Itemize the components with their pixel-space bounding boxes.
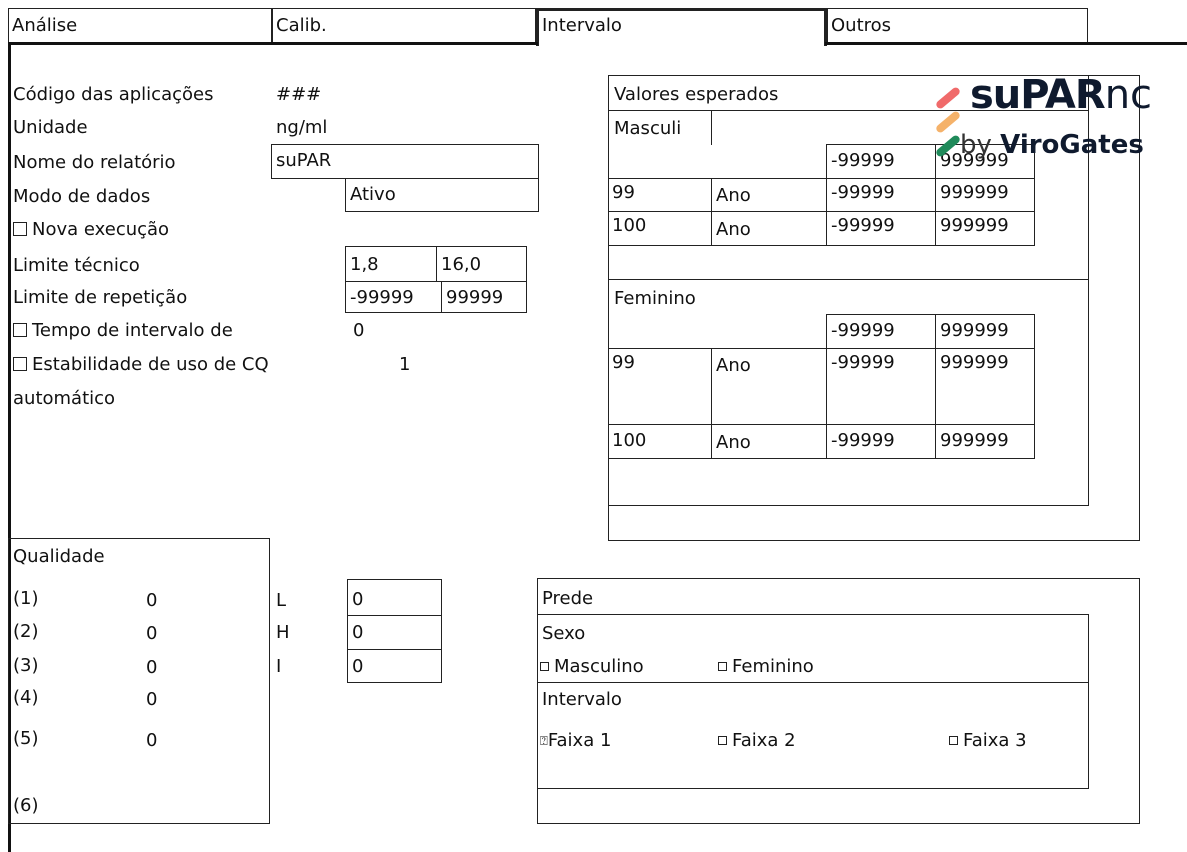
suparnostic-logo: suPARnc by ViroGates: [930, 74, 1187, 164]
app-code-label: Código das aplicações: [13, 84, 214, 105]
interval-option-2[interactable]: Faixa 2: [718, 730, 796, 751]
sex-female-checkbox[interactable]: [718, 662, 727, 671]
predef-title: Prede: [542, 588, 594, 609]
interval-1-label: Faixa 1: [547, 730, 612, 751]
female-row-1-low[interactable]: -99999: [826, 348, 936, 425]
female-default-high[interactable]: 999999: [935, 314, 1035, 349]
quality-row-5-label: (5): [13, 728, 39, 749]
female-row-1-age[interactable]: 99: [608, 348, 712, 425]
male-row-2-low[interactable]: -99999: [826, 211, 936, 246]
logo-brand-text: ViroGates: [1000, 130, 1144, 160]
interval-2-checkbox[interactable]: [718, 736, 727, 745]
interval-time-row[interactable]: Tempo de intervalo de: [13, 320, 233, 341]
lhi-l-label: L: [276, 590, 287, 611]
tab-calib[interactable]: Calib.: [272, 8, 536, 44]
repeat-limit-high[interactable]: 99999: [441, 281, 527, 313]
lhi-l-field[interactable]: 0: [347, 579, 442, 616]
female-row-2-low[interactable]: -99999: [826, 424, 936, 459]
male-row-1-high[interactable]: 999999: [935, 178, 1035, 212]
female-row-1-high[interactable]: 999999: [935, 348, 1035, 425]
sex-option-female[interactable]: Feminino: [718, 656, 814, 677]
app-code-value: ###: [276, 84, 322, 105]
male-row-1-unit[interactable]: Ano: [711, 178, 827, 212]
female-row-2-unit[interactable]: Ano: [711, 424, 827, 459]
interval-time-value: 0: [353, 320, 365, 341]
male-label: Masculi: [614, 118, 682, 139]
qc-stability-label-line2: automático: [13, 388, 116, 409]
repeat-limit-low[interactable]: -99999: [345, 281, 442, 313]
quality-row-1-value: 0: [146, 590, 158, 611]
interval-option-1[interactable]: ⍰Faixa 1: [540, 730, 611, 751]
interval-3-label: Faixa 3: [963, 730, 1027, 751]
lhi-i-label: I: [276, 656, 282, 677]
logo-stripe-green: [934, 133, 962, 159]
sex-male-checkbox[interactable]: [540, 662, 549, 671]
male-row-2-high[interactable]: 999999: [935, 211, 1035, 246]
female-row-2-high[interactable]: 999999: [935, 424, 1035, 459]
male-row-1-age[interactable]: 99: [608, 178, 712, 212]
quality-row-1-label: (1): [13, 588, 39, 609]
logo-stripe-red: [934, 85, 962, 111]
lhi-h-field[interactable]: 0: [347, 615, 442, 650]
quality-row-2-value: 0: [146, 623, 158, 644]
logo-by-text: by: [960, 130, 992, 160]
sex-female-label: Feminino: [732, 656, 814, 677]
interval-label: Intervalo: [542, 689, 622, 710]
female-row-2-age[interactable]: 100: [608, 424, 712, 459]
male-row-2-unit[interactable]: Ano: [711, 211, 827, 246]
rerun-label: Nova execução: [32, 219, 170, 240]
qc-stability-value: 1: [399, 354, 411, 375]
data-mode-field[interactable]: Ativo: [345, 178, 539, 212]
tab-baseline-left: [8, 42, 538, 45]
qc-stability-row[interactable]: Estabilidade de uso de CQ: [13, 354, 269, 375]
rerun-checkbox-row[interactable]: Nova execução: [13, 219, 169, 240]
tab-analise[interactable]: Análise: [8, 8, 272, 44]
data-mode-label: Modo de dados: [13, 186, 151, 207]
sex-option-male[interactable]: Masculino: [540, 656, 644, 677]
quality-row-6-label: (6): [13, 795, 39, 816]
unit-value: ng/ml: [276, 117, 328, 138]
repeat-limit-label: Limite de repetição: [13, 287, 188, 308]
male-row-1-low[interactable]: -99999: [826, 178, 936, 212]
qc-stability-checkbox[interactable]: [13, 357, 27, 371]
rerun-checkbox[interactable]: [13, 222, 27, 236]
tech-limit-low[interactable]: 1,8: [345, 246, 437, 282]
tab-outros[interactable]: Outros: [827, 8, 1088, 44]
interval-1-checkbox-checked[interactable]: ⍰: [540, 734, 548, 749]
quality-row-4-label: (4): [13, 687, 39, 708]
interval-2-label: Faixa 2: [732, 730, 796, 751]
tech-limit-label: Limite técnico: [13, 255, 140, 276]
tech-limit-high[interactable]: 16,0: [436, 246, 527, 282]
logo-stripe-orange: [934, 109, 962, 135]
male-default-low[interactable]: -99999: [826, 144, 936, 179]
interval-3-checkbox[interactable]: [949, 736, 958, 745]
quality-row-3-value: 0: [146, 657, 158, 678]
quality-panel: [8, 538, 270, 824]
female-default-low[interactable]: -99999: [826, 314, 936, 349]
quality-row-4-value: 0: [146, 689, 158, 710]
interval-time-label: Tempo de intervalo de: [32, 320, 233, 341]
qc-stability-label: Estabilidade de uso de CQ: [32, 354, 269, 375]
interval-option-3[interactable]: Faixa 3: [949, 730, 1027, 751]
sex-label: Sexo: [542, 623, 586, 644]
logo-main-text: suPAR: [970, 74, 1106, 118]
interval-time-checkbox[interactable]: [13, 323, 27, 337]
lhi-i-field[interactable]: 0: [347, 649, 442, 683]
report-name-field[interactable]: suPAR: [271, 144, 539, 179]
expected-values-title: Valores esperados: [614, 84, 779, 105]
sex-male-label: Masculino: [554, 656, 644, 677]
quality-row-2-label: (2): [13, 621, 39, 642]
report-name-label: Nome do relatório: [13, 152, 176, 173]
unit-label: Unidade: [13, 117, 88, 138]
logo-suffix-text: nc: [1104, 74, 1153, 118]
male-row-2-age[interactable]: 100: [608, 211, 712, 246]
quality-row-5-value: 0: [146, 730, 158, 751]
quality-title: Qualidade: [13, 546, 105, 567]
female-label: Feminino: [614, 288, 696, 309]
lhi-h-label: H: [276, 622, 290, 643]
tab-intervalo[interactable]: Intervalo: [536, 8, 827, 46]
tab-baseline-right: [825, 42, 1187, 45]
female-row-1-unit[interactable]: Ano: [711, 348, 827, 425]
quality-row-3-label: (3): [13, 655, 39, 676]
